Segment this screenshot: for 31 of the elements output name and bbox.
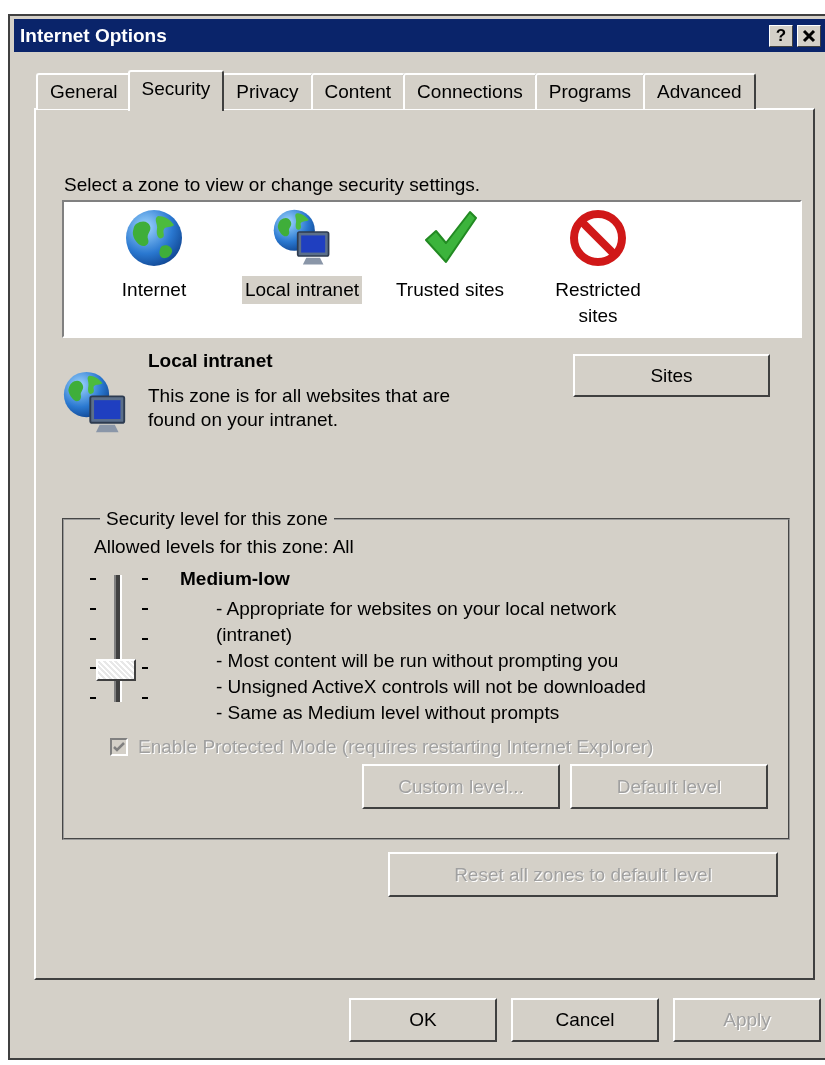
close-button[interactable] [797, 24, 821, 47]
zone-item[interactable]: Restricted sites [528, 208, 668, 336]
zone-prompt: Select a zone to view or change security settings. [64, 174, 482, 196]
group-label: Security level for this zone [105, 508, 329, 530]
globe-icon [124, 208, 184, 268]
no-sign-icon [568, 208, 628, 268]
zone-item[interactable]: Trusted sites [380, 208, 520, 336]
level-description: - Appropriate for websites on your local network (intranet) [216, 597, 618, 647]
zone-item[interactable]: Internet [84, 208, 224, 336]
tab[interactable]: Connections [403, 73, 537, 109]
tab[interactable]: Security [127, 70, 225, 111]
tab[interactable]: Content [310, 73, 406, 109]
dialog-button[interactable]: OK [349, 998, 497, 1042]
level-description: - Same as Medium level without prompts [216, 701, 561, 725]
tab[interactable]: Privacy [222, 73, 313, 109]
dialog-button[interactable]: Cancel [511, 998, 659, 1042]
window-title: Internet Options [20, 24, 168, 47]
zone-title: Local intranet [148, 350, 274, 372]
sites-button[interactable]: Sites [573, 354, 770, 397]
tab[interactable]: Advanced [643, 73, 756, 109]
globe-monitor-icon [272, 208, 332, 268]
slider-thumb[interactable] [96, 659, 136, 682]
tab[interactable]: Programs [534, 73, 646, 109]
help-button[interactable]: ? [769, 24, 793, 47]
level-description: - Unsigned ActiveX controls will not be downloaded [216, 675, 647, 699]
level-description: - Most content will be run without prompting you [216, 649, 620, 673]
allowed-levels-label: Allowed levels for this zone: All [94, 536, 355, 558]
close-icon [802, 28, 816, 43]
zone-description: This zone is for all websites that are found on your intranet. [148, 384, 452, 432]
level-name: Medium-low [180, 568, 291, 590]
zone-item[interactable]: Local intranet [232, 208, 372, 336]
